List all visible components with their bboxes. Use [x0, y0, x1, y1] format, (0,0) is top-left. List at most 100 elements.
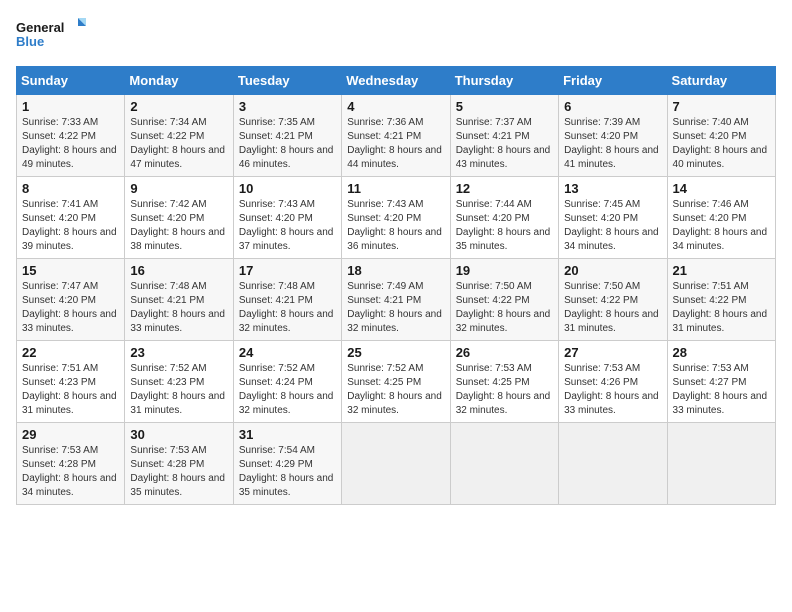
day-info: Sunrise: 7:40 AM Sunset: 4:20 PM Dayligh…: [673, 116, 770, 172]
day-info: Sunrise: 7:37 AM Sunset: 4:21 PM Dayligh…: [456, 116, 553, 172]
logo: General Blue: [16, 16, 86, 56]
day-number: 3: [239, 99, 336, 114]
calendar-cell: 29 Sunrise: 7:53 AM Sunset: 4:28 PM Dayl…: [17, 423, 125, 505]
calendar-cell: 13 Sunrise: 7:45 AM Sunset: 4:20 PM Dayl…: [559, 177, 667, 259]
day-number: 6: [564, 99, 661, 114]
day-number: 11: [347, 181, 444, 196]
calendar-cell: 23 Sunrise: 7:52 AM Sunset: 4:23 PM Dayl…: [125, 341, 233, 423]
calendar-cell: 8 Sunrise: 7:41 AM Sunset: 4:20 PM Dayli…: [17, 177, 125, 259]
day-info: Sunrise: 7:41 AM Sunset: 4:20 PM Dayligh…: [22, 198, 119, 254]
day-number: 16: [130, 263, 227, 278]
calendar-cell: 14 Sunrise: 7:46 AM Sunset: 4:20 PM Dayl…: [667, 177, 775, 259]
week-row-2: 8 Sunrise: 7:41 AM Sunset: 4:20 PM Dayli…: [17, 177, 776, 259]
day-number: 5: [456, 99, 553, 114]
day-info: Sunrise: 7:48 AM Sunset: 4:21 PM Dayligh…: [239, 280, 336, 336]
day-header-monday: Monday: [125, 67, 233, 95]
day-info: Sunrise: 7:51 AM Sunset: 4:22 PM Dayligh…: [673, 280, 770, 336]
day-info: Sunrise: 7:47 AM Sunset: 4:20 PM Dayligh…: [22, 280, 119, 336]
calendar-cell: 12 Sunrise: 7:44 AM Sunset: 4:20 PM Dayl…: [450, 177, 558, 259]
day-number: 19: [456, 263, 553, 278]
day-info: Sunrise: 7:49 AM Sunset: 4:21 PM Dayligh…: [347, 280, 444, 336]
day-number: 29: [22, 427, 119, 442]
calendar-cell: 15 Sunrise: 7:47 AM Sunset: 4:20 PM Dayl…: [17, 259, 125, 341]
day-header-thursday: Thursday: [450, 67, 558, 95]
day-info: Sunrise: 7:43 AM Sunset: 4:20 PM Dayligh…: [347, 198, 444, 254]
svg-text:Blue: Blue: [16, 34, 44, 49]
day-info: Sunrise: 7:53 AM Sunset: 4:28 PM Dayligh…: [22, 444, 119, 500]
day-number: 14: [673, 181, 770, 196]
day-info: Sunrise: 7:34 AM Sunset: 4:22 PM Dayligh…: [130, 116, 227, 172]
calendar-cell: 1 Sunrise: 7:33 AM Sunset: 4:22 PM Dayli…: [17, 95, 125, 177]
calendar-cell: 4 Sunrise: 7:36 AM Sunset: 4:21 PM Dayli…: [342, 95, 450, 177]
day-info: Sunrise: 7:33 AM Sunset: 4:22 PM Dayligh…: [22, 116, 119, 172]
calendar-table: SundayMondayTuesdayWednesdayThursdayFrid…: [16, 66, 776, 505]
calendar-cell: 3 Sunrise: 7:35 AM Sunset: 4:21 PM Dayli…: [233, 95, 341, 177]
calendar-cell: 6 Sunrise: 7:39 AM Sunset: 4:20 PM Dayli…: [559, 95, 667, 177]
day-number: 2: [130, 99, 227, 114]
calendar-cell: 5 Sunrise: 7:37 AM Sunset: 4:21 PM Dayli…: [450, 95, 558, 177]
day-info: Sunrise: 7:39 AM Sunset: 4:20 PM Dayligh…: [564, 116, 661, 172]
week-row-5: 29 Sunrise: 7:53 AM Sunset: 4:28 PM Dayl…: [17, 423, 776, 505]
calendar-cell: 11 Sunrise: 7:43 AM Sunset: 4:20 PM Dayl…: [342, 177, 450, 259]
day-number: 30: [130, 427, 227, 442]
day-info: Sunrise: 7:51 AM Sunset: 4:23 PM Dayligh…: [22, 362, 119, 418]
day-info: Sunrise: 7:53 AM Sunset: 4:27 PM Dayligh…: [673, 362, 770, 418]
day-header-sunday: Sunday: [17, 67, 125, 95]
day-info: Sunrise: 7:53 AM Sunset: 4:28 PM Dayligh…: [130, 444, 227, 500]
calendar-cell: 2 Sunrise: 7:34 AM Sunset: 4:22 PM Dayli…: [125, 95, 233, 177]
day-number: 20: [564, 263, 661, 278]
day-info: Sunrise: 7:36 AM Sunset: 4:21 PM Dayligh…: [347, 116, 444, 172]
day-number: 23: [130, 345, 227, 360]
calendar-cell: 20 Sunrise: 7:50 AM Sunset: 4:22 PM Dayl…: [559, 259, 667, 341]
calendar-cell: 30 Sunrise: 7:53 AM Sunset: 4:28 PM Dayl…: [125, 423, 233, 505]
day-info: Sunrise: 7:52 AM Sunset: 4:25 PM Dayligh…: [347, 362, 444, 418]
day-info: Sunrise: 7:52 AM Sunset: 4:23 PM Dayligh…: [130, 362, 227, 418]
day-number: 1: [22, 99, 119, 114]
calendar-cell: [450, 423, 558, 505]
day-number: 28: [673, 345, 770, 360]
day-number: 8: [22, 181, 119, 196]
day-info: Sunrise: 7:50 AM Sunset: 4:22 PM Dayligh…: [564, 280, 661, 336]
calendar-cell: 26 Sunrise: 7:53 AM Sunset: 4:25 PM Dayl…: [450, 341, 558, 423]
calendar-cell: 7 Sunrise: 7:40 AM Sunset: 4:20 PM Dayli…: [667, 95, 775, 177]
day-number: 4: [347, 99, 444, 114]
day-info: Sunrise: 7:54 AM Sunset: 4:29 PM Dayligh…: [239, 444, 336, 500]
day-info: Sunrise: 7:53 AM Sunset: 4:26 PM Dayligh…: [564, 362, 661, 418]
day-number: 26: [456, 345, 553, 360]
day-number: 22: [22, 345, 119, 360]
calendar-cell: [667, 423, 775, 505]
svg-text:General: General: [16, 20, 64, 35]
day-number: 9: [130, 181, 227, 196]
day-number: 27: [564, 345, 661, 360]
calendar-cell: [559, 423, 667, 505]
day-info: Sunrise: 7:53 AM Sunset: 4:25 PM Dayligh…: [456, 362, 553, 418]
day-number: 17: [239, 263, 336, 278]
day-number: 31: [239, 427, 336, 442]
day-number: 12: [456, 181, 553, 196]
day-number: 21: [673, 263, 770, 278]
week-row-1: 1 Sunrise: 7:33 AM Sunset: 4:22 PM Dayli…: [17, 95, 776, 177]
calendar-cell: 31 Sunrise: 7:54 AM Sunset: 4:29 PM Dayl…: [233, 423, 341, 505]
day-header-friday: Friday: [559, 67, 667, 95]
calendar-cell: [342, 423, 450, 505]
logo-svg: General Blue: [16, 16, 86, 56]
day-info: Sunrise: 7:35 AM Sunset: 4:21 PM Dayligh…: [239, 116, 336, 172]
calendar-cell: 21 Sunrise: 7:51 AM Sunset: 4:22 PM Dayl…: [667, 259, 775, 341]
calendar-cell: 24 Sunrise: 7:52 AM Sunset: 4:24 PM Dayl…: [233, 341, 341, 423]
week-row-4: 22 Sunrise: 7:51 AM Sunset: 4:23 PM Dayl…: [17, 341, 776, 423]
header-row: SundayMondayTuesdayWednesdayThursdayFrid…: [17, 67, 776, 95]
day-number: 7: [673, 99, 770, 114]
calendar-cell: 16 Sunrise: 7:48 AM Sunset: 4:21 PM Dayl…: [125, 259, 233, 341]
day-info: Sunrise: 7:48 AM Sunset: 4:21 PM Dayligh…: [130, 280, 227, 336]
day-number: 15: [22, 263, 119, 278]
day-number: 18: [347, 263, 444, 278]
day-number: 13: [564, 181, 661, 196]
calendar-cell: 10 Sunrise: 7:43 AM Sunset: 4:20 PM Dayl…: [233, 177, 341, 259]
week-row-3: 15 Sunrise: 7:47 AM Sunset: 4:20 PM Dayl…: [17, 259, 776, 341]
calendar-cell: 18 Sunrise: 7:49 AM Sunset: 4:21 PM Dayl…: [342, 259, 450, 341]
day-info: Sunrise: 7:44 AM Sunset: 4:20 PM Dayligh…: [456, 198, 553, 254]
day-header-saturday: Saturday: [667, 67, 775, 95]
calendar-cell: 25 Sunrise: 7:52 AM Sunset: 4:25 PM Dayl…: [342, 341, 450, 423]
header: General Blue: [16, 16, 776, 56]
calendar-cell: 27 Sunrise: 7:53 AM Sunset: 4:26 PM Dayl…: [559, 341, 667, 423]
